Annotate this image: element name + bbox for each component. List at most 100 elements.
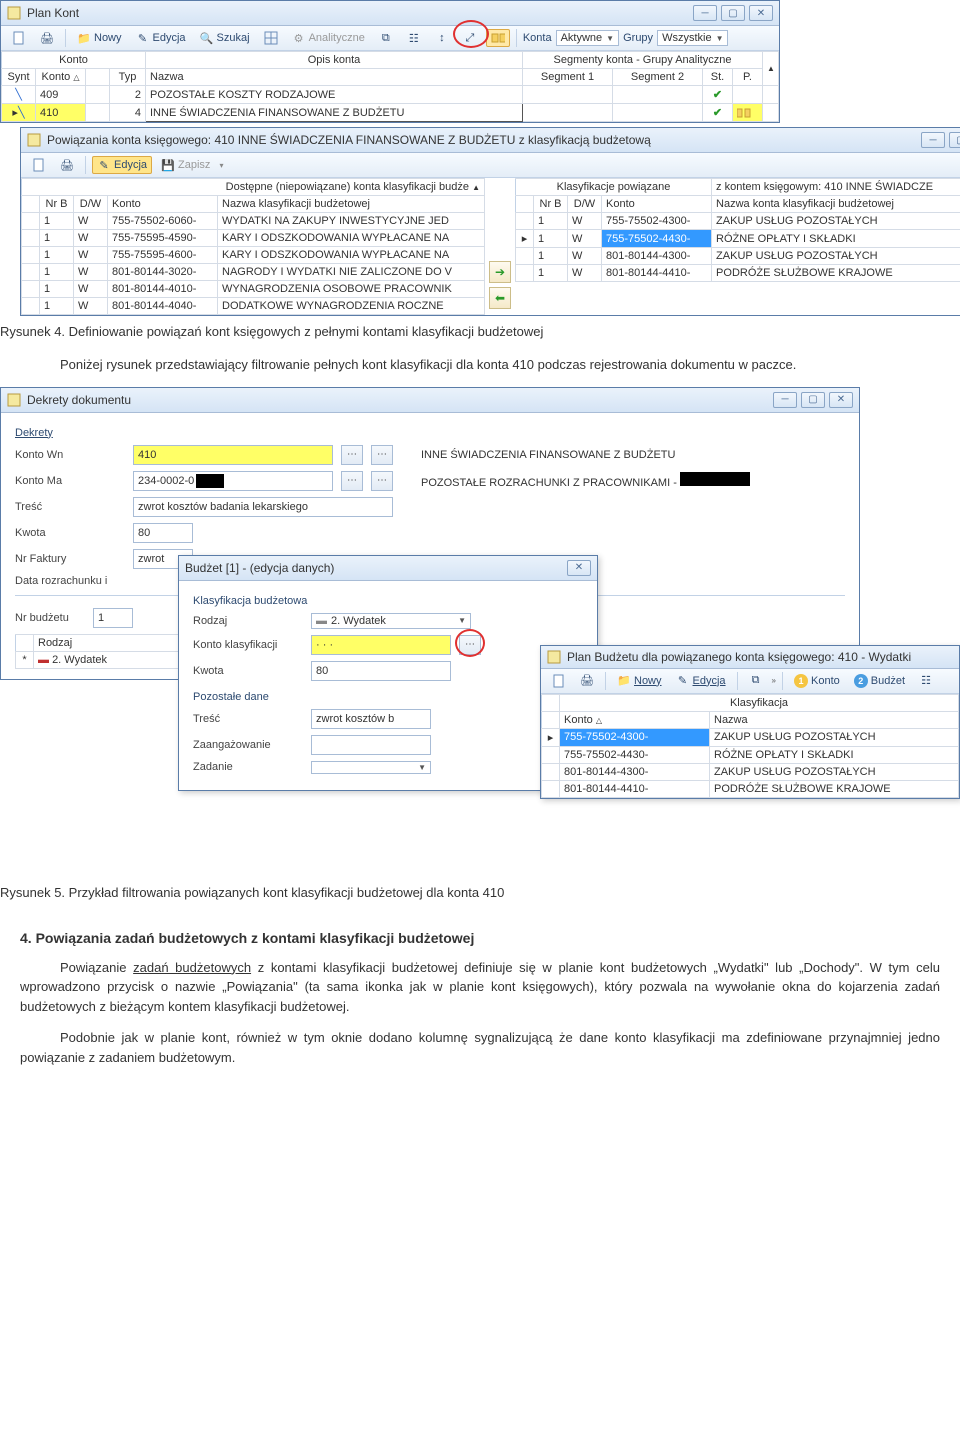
konta-dropdown[interactable]: Aktywne ▼ bbox=[556, 30, 620, 46]
table-row[interactable]: 1W755-75502-6060-WYDATKI NA ZAKUPY INWES… bbox=[22, 213, 485, 230]
print-icon[interactable]: 🖨 bbox=[35, 29, 59, 47]
table-row[interactable]: ╲ 409 2 POZOSTAŁE KOSZTY RODZAJOWE ✔ bbox=[2, 86, 779, 104]
plan-grid[interactable]: Klasyfikacja Konto △ Nazwa ▸755-75502-43… bbox=[541, 694, 959, 798]
zadanie-dropdown[interactable]: ▼ bbox=[311, 761, 431, 774]
input-zaang[interactable] bbox=[311, 735, 431, 755]
analityczne-button[interactable]: ⚙Analityczne bbox=[287, 29, 370, 47]
move-right-button[interactable]: ➔ bbox=[489, 261, 511, 283]
lookup-button-2[interactable]: ⋯ bbox=[371, 471, 393, 491]
maximize-button[interactable]: ▢ bbox=[949, 132, 960, 148]
toolbar: 🖨 📁Nowy ✎Edycja ⧉ » 1Konto 2Budżet ☷ bbox=[541, 669, 959, 694]
grid-icon[interactable] bbox=[259, 29, 283, 47]
plan-budzetu-window: Plan Budżetu dla powiązanego konta księg… bbox=[540, 645, 960, 799]
minimize-button[interactable]: ─ bbox=[693, 5, 717, 21]
col-st: St. bbox=[703, 69, 733, 86]
print-icon[interactable]: 🖨 bbox=[575, 672, 599, 690]
copy-icon[interactable]: ⧉ bbox=[744, 672, 768, 690]
budzet-dialog: Budżet [1] - (edycja danych) ✕ Klasyfika… bbox=[178, 555, 598, 791]
right-grid[interactable]: Klasyfikacje powiązane z kontem księgowy… bbox=[515, 178, 960, 282]
table-row[interactable]: ▸╲ 410 4 INNE ŚWIADCZENIA FINANSOWANE Z … bbox=[2, 104, 779, 122]
paragraph-1: Poniżej rysunek przedstawiający filtrowa… bbox=[20, 355, 940, 375]
nowy-button[interactable]: 📁Nowy bbox=[612, 672, 667, 690]
figure-4-caption: Rysunek 4. Definiowanie powiązań kont ks… bbox=[0, 324, 960, 339]
tool-icon-2[interactable]: ↕ bbox=[430, 29, 454, 47]
maximize-button[interactable]: ▢ bbox=[721, 5, 745, 21]
label-nr-faktury: Nr Faktury bbox=[15, 553, 125, 565]
input-tresc[interactable]: zwrot kosztów b bbox=[311, 709, 431, 729]
lookup-button[interactable]: ⋯ bbox=[341, 445, 363, 465]
group-dekrety: Dekrety bbox=[15, 427, 845, 439]
accounts-grid[interactable]: Konto Opis konta Segmenty konta - Grupy … bbox=[1, 51, 779, 122]
col-nazwa: Nazwa bbox=[146, 69, 523, 86]
lookup-button-2[interactable]: ⋯ bbox=[371, 445, 393, 465]
input-tresc[interactable]: zwrot kosztów badania lekarskiego bbox=[133, 497, 393, 517]
input-konto-ma[interactable]: 234-0002-0 bbox=[133, 471, 333, 491]
tool-icon-3[interactable]: ⤢ bbox=[458, 29, 482, 47]
minimize-button[interactable]: ─ bbox=[921, 132, 945, 148]
edycja-button[interactable]: ✎Edycja bbox=[92, 156, 152, 174]
cell-konto: 410 bbox=[36, 104, 86, 122]
window-title: Plan Kont bbox=[27, 6, 79, 20]
table-row[interactable]: 1W755-75502-4300-ZAKUP USŁUG POZOSTAŁYCH bbox=[516, 213, 960, 230]
lookup-button[interactable]: ⋯ bbox=[341, 471, 363, 491]
zapisz-button[interactable]: 💾Zapisz bbox=[156, 156, 215, 174]
copy-icon[interactable]: ⧉ bbox=[374, 29, 398, 47]
tool-icon-1[interactable]: ☷ bbox=[402, 29, 426, 47]
table-row[interactable]: 1W801-80144-4040-DODATKOWE WYNAGRODZENIA… bbox=[22, 298, 485, 315]
table-row[interactable]: 755-75502-4430-RÓŻNE OPŁATY I SKŁADKI bbox=[542, 746, 959, 763]
cell-nazwa: INNE ŚWIADCZENIA FINANSOWANE Z BUDŻETU bbox=[146, 104, 523, 122]
left-grid[interactable]: Dostępne (niepowiązane) konta klasyfikac… bbox=[21, 178, 485, 315]
rodzaj-value: 2. Wydatek bbox=[331, 615, 386, 627]
app-icon bbox=[7, 393, 21, 407]
table-row[interactable]: ▸755-75502-4300-ZAKUP USŁUG POZOSTAŁYCH bbox=[542, 728, 959, 746]
move-left-button[interactable]: ⬅ bbox=[489, 287, 511, 309]
table-row[interactable]: 1W801-80144-3020-NAGRODY I WYDATKI NIE Z… bbox=[22, 264, 485, 281]
header-row: Konto △ Nazwa bbox=[542, 711, 959, 728]
table-row[interactable]: 1W755-75595-4590-KARY I ODSZKODOWANIA WY… bbox=[22, 230, 485, 247]
lookup-button[interactable]: ⋯ bbox=[459, 635, 481, 655]
table-row[interactable]: *▬ 2. Wydatek bbox=[16, 651, 195, 668]
table-row[interactable]: 1W801-80144-4300-ZAKUP USŁUG POZOSTAŁYCH bbox=[516, 248, 960, 265]
rodzaj-dropdown[interactable]: ▬ 2. Wydatek ▼ bbox=[311, 613, 471, 629]
label-nrbud: Nr budżetu bbox=[15, 612, 85, 624]
budzet-button[interactable]: 2Budżet bbox=[849, 672, 910, 690]
szukaj-button[interactable]: 🔍Szukaj bbox=[195, 29, 255, 47]
window-title: Budżet [1] - (edycja danych) bbox=[185, 561, 334, 575]
grupy-dropdown[interactable]: Wszystkie ▼ bbox=[657, 30, 728, 46]
close-button[interactable]: ✕ bbox=[829, 392, 853, 408]
close-button[interactable]: ✕ bbox=[749, 5, 773, 21]
table-row[interactable]: 1W801-80144-4010-WYNAGRODZENIA OSOBOWE P… bbox=[22, 281, 485, 298]
table-row[interactable]: ▸1W755-75502-4430-RÓŻNE OPŁATY I SKŁADKI bbox=[516, 230, 960, 248]
titlebar: Dekrety dokumentu ─ ▢ ✕ bbox=[1, 388, 859, 413]
window-title: Dekrety dokumentu bbox=[27, 393, 131, 407]
chevron-down-icon[interactable]: ▾ bbox=[219, 161, 223, 170]
new-doc-icon[interactable] bbox=[27, 156, 51, 174]
input-konto-klas[interactable]: · · · bbox=[311, 635, 451, 655]
input-nrbud[interactable]: 1 bbox=[93, 608, 133, 628]
table-row[interactable]: 1W801-80144-4410-PODRÓŻE SŁUŻBOWE KRAJOW… bbox=[516, 265, 960, 282]
scroll-up[interactable]: ▲ bbox=[763, 52, 779, 86]
table-row[interactable]: 801-80144-4410-PODRÓŻE SŁUŻBOWE KRAJOWE bbox=[542, 780, 959, 797]
tool-icon[interactable]: ☷ bbox=[914, 672, 938, 690]
label-kwota: Kwota bbox=[193, 665, 303, 677]
print-icon[interactable]: 🖨 bbox=[55, 156, 79, 174]
edycja-button[interactable]: ✎Edycja bbox=[131, 29, 191, 47]
table-row[interactable]: 1W755-75595-4600-KARY I ODSZKODOWANIA WY… bbox=[22, 247, 485, 264]
zapisz-label: Zapisz bbox=[178, 159, 210, 171]
edycja-button[interactable]: ✎Edycja bbox=[671, 672, 731, 690]
grupy-label: Grupy bbox=[623, 32, 653, 44]
new-doc-icon[interactable] bbox=[547, 672, 571, 690]
input-kwota[interactable]: 80 bbox=[133, 523, 193, 543]
minimize-button[interactable]: ─ bbox=[773, 392, 797, 408]
input-kwota[interactable]: 80 bbox=[311, 661, 451, 681]
budget-mini-grid[interactable]: Rodzaj *▬ 2. Wydatek bbox=[15, 634, 195, 669]
titlebar: Plan Kont ─ ▢ ✕ bbox=[1, 1, 779, 26]
link-icon[interactable] bbox=[486, 29, 510, 47]
input-konto-wn[interactable]: 410 bbox=[133, 445, 333, 465]
table-row[interactable]: 801-80144-4300-ZAKUP USŁUG POZOSTAŁYCH bbox=[542, 763, 959, 780]
maximize-button[interactable]: ▢ bbox=[801, 392, 825, 408]
new-doc-icon[interactable] bbox=[7, 29, 31, 47]
konto-button[interactable]: 1Konto bbox=[789, 672, 845, 690]
close-button[interactable]: ✕ bbox=[567, 560, 591, 576]
nowy-button[interactable]: 📁Nowy bbox=[72, 29, 127, 47]
